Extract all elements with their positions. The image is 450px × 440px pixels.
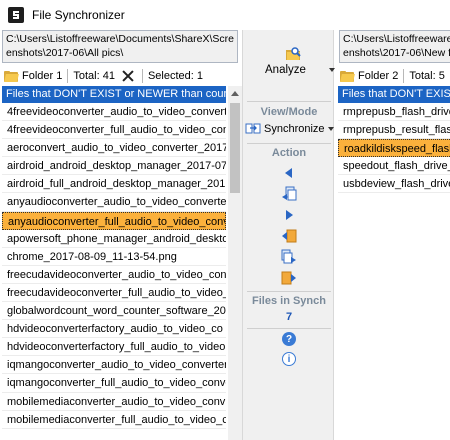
analyze-button[interactable]: Analyze — [249, 46, 335, 102]
right-folder-label: Folder 2 — [358, 70, 399, 82]
right-folder-bar: Folder 2 Total: 5 — [340, 67, 450, 85]
right-file-row[interactable]: roadkildiskspeed_flash — [338, 139, 450, 158]
action-label: Action — [271, 147, 307, 159]
left-file-row[interactable]: hdvideoconverterfactory_full_audio_to_vi… — [2, 338, 226, 357]
left-file-row[interactable]: apowersoft_phone_manager_android_deskto — [2, 230, 226, 248]
copy-both-left-icon[interactable] — [280, 186, 298, 202]
title-bar: File Synchronizer — [0, 0, 450, 30]
move-right-icon[interactable] — [280, 207, 298, 223]
synchronize-icon — [245, 123, 261, 134]
right-panel: C:\Users\Listoffreeware\Sh enshots\2017-… — [336, 30, 450, 440]
right-file-row[interactable]: usbdeview_flash_drive_ — [338, 175, 450, 194]
right-file-row[interactable]: rmprepusb_flash_drive_ — [338, 103, 450, 122]
left-file-row[interactable]: hdvideoconverterfactory_audio_to_video_c… — [2, 320, 226, 339]
scrollbar-thumb[interactable] — [230, 103, 240, 193]
scroll-up-arrow-icon[interactable] — [228, 86, 242, 100]
right-total-count: Total: 5 — [409, 70, 445, 82]
synchronize-label: Synchronize — [264, 123, 325, 135]
left-folder-bar: Folder 1 Total: 41 Selected: 1 — [4, 67, 240, 85]
synchronize-mode-dropdown[interactable]: Synchronize — [245, 121, 335, 137]
right-list-header[interactable]: Files that DON'T EXIST o — [338, 86, 450, 103]
files-in-synch-label: Files in Synch — [252, 295, 326, 307]
middle-toolbar: Analyze View/Mode Synchronize Action Fil… — [242, 30, 335, 440]
right-file-row[interactable]: speedout_flash_drive_s — [338, 157, 450, 176]
right-path-field[interactable]: C:\Users\Listoffreeware\Sh enshots\2017-… — [339, 30, 450, 63]
left-file-list[interactable]: Files that DON'T EXIST or NEWER than cou… — [2, 86, 242, 440]
clear-x-icon[interactable] — [121, 69, 135, 83]
left-panel: C:\Users\Listoffreeware\Documents\ShareX… — [0, 30, 242, 440]
left-file-row[interactable]: globalwordcount_word_counter_software_20 — [2, 302, 226, 321]
left-file-row[interactable]: 4freevideoconverter_audio_to_video_conve… — [2, 103, 226, 122]
left-list-header[interactable]: Files that DON'T EXIST or NEWER than cou… — [2, 86, 226, 103]
left-file-row[interactable]: freecudavideoconverter_full_audio_to_vid… — [2, 284, 226, 303]
window-title: File Synchronizer — [32, 8, 125, 22]
left-file-row[interactable]: mobilemediaconverter_full_audio_to_video… — [2, 411, 226, 429]
folder-icon[interactable] — [340, 70, 355, 82]
left-file-row[interactable]: 4freevideoconverter_full_audio_to_video_… — [2, 121, 226, 140]
analyze-label: Analyze — [265, 64, 306, 76]
synchronize-dropdown-icon[interactable] — [327, 127, 334, 131]
left-total-count: Total: 41 — [73, 70, 115, 82]
left-selected-count: Selected: 1 — [147, 70, 203, 82]
view-mode-label: View/Mode — [260, 106, 318, 118]
left-file-row[interactable]: iqmangoconverter_audio_to_video_converte… — [2, 356, 226, 375]
left-file-row[interactable]: chrome_2017-08-09_11-13-54.png — [2, 248, 226, 266]
analyze-dropdown-icon[interactable] — [329, 68, 335, 72]
copy-left-icon[interactable] — [280, 165, 298, 181]
left-file-row[interactable]: airdroid_full_android_desktop_manager_20… — [2, 175, 226, 194]
left-folder-label: Folder 1 — [22, 70, 63, 82]
copy-both-right-icon[interactable] — [280, 249, 298, 265]
left-file-row[interactable]: iqmangoconverter_full_audio_to_video_con… — [2, 374, 226, 393]
left-file-row[interactable]: freecudavideoconverter_audio_to_video_co… — [2, 266, 226, 284]
left-scrollbar[interactable] — [228, 86, 242, 440]
info-icon[interactable]: i — [282, 352, 296, 366]
right-file-row[interactable]: rmprepusb_result_flash — [338, 121, 450, 140]
right-file-list[interactable]: Files that DON'T EXIST o rmprepusb_flash… — [338, 86, 450, 440]
left-path-field[interactable]: C:\Users\Listoffreeware\Documents\ShareX… — [2, 30, 238, 63]
folder-icon[interactable] — [4, 70, 19, 82]
analyze-icon — [286, 47, 301, 60]
left-file-row[interactable]: mobilemediaconverter_audio_to_video_conv — [2, 393, 226, 411]
left-file-row[interactable]: anyaudioconverter_audio_to_video_convert… — [2, 193, 226, 212]
delete-left-icon[interactable] — [280, 228, 298, 244]
help-icon[interactable]: ? — [282, 332, 296, 346]
left-file-row[interactable]: anyaudioconverter_full_audio_to_video_co… — [2, 211, 226, 230]
files-in-synch-count: 7 — [285, 311, 293, 323]
app-icon — [8, 7, 24, 23]
left-file-row[interactable]: aeroconvert_audio_to_video_converter_201… — [2, 139, 226, 158]
copy-right-icon[interactable] — [280, 270, 298, 286]
left-file-row[interactable]: airdroid_android_desktop_manager_2017-07 — [2, 157, 226, 176]
